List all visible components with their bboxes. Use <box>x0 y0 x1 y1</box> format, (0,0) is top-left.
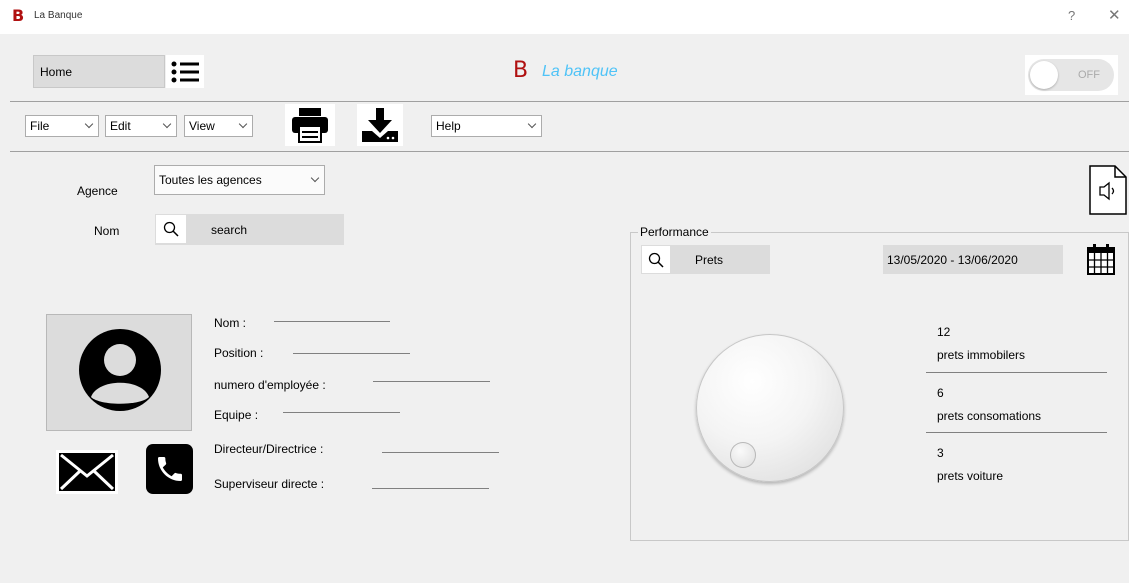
chevron-down-icon <box>238 119 248 129</box>
mail-icon <box>59 453 115 491</box>
agence-select-value: Toutes les agences <box>159 173 262 187</box>
stat-label-immobilier: prets immobilers <box>937 348 1026 362</box>
nom-label: Nom <box>94 224 120 238</box>
print-button[interactable] <box>285 104 335 146</box>
field-team-value <box>283 412 400 413</box>
agence-select[interactable]: Toutes les agences <box>154 165 325 195</box>
loan-type-input[interactable]: Prets <box>695 253 723 267</box>
title-bar: B La Banque ? ✕ <box>0 0 1129 34</box>
search-icon-box[interactable] <box>156 215 186 243</box>
field-team-label: Equipe : <box>214 408 259 422</box>
brand-name: La banque <box>542 63 618 80</box>
performance-dial[interactable] <box>696 334 844 482</box>
performance-title: Performance <box>638 225 711 239</box>
stat-count-consommation: 6 <box>937 386 944 400</box>
chevron-down-icon <box>527 119 537 129</box>
help-menu-label: Help <box>436 119 461 133</box>
field-supervisor-value <box>372 488 489 489</box>
window-title: La Banque <box>34 10 83 21</box>
print-icon <box>292 108 328 143</box>
agence-label: Agence <box>77 184 118 198</box>
download-icon <box>362 108 398 142</box>
file-menu-label: File <box>30 119 50 133</box>
help-menu[interactable]: Help <box>431 115 542 137</box>
chevron-down-icon <box>84 119 94 129</box>
stat-count-voiture: 3 <box>937 446 944 460</box>
stat-label-voiture: prets voiture <box>937 469 1004 483</box>
toggle-label: OFF <box>1078 69 1100 81</box>
power-toggle[interactable]: OFF <box>1028 59 1114 91</box>
nav-field[interactable]: Home <box>33 55 165 88</box>
avatar-frame <box>46 314 192 431</box>
brand-logo-letter: B <box>513 58 529 83</box>
view-menu-label: View <box>189 119 215 133</box>
edit-menu[interactable]: Edit <box>105 115 177 137</box>
menu-list-button[interactable] <box>166 55 204 88</box>
phone-button[interactable] <box>146 444 193 494</box>
field-director-label: Directeur/Directrice : <box>214 442 324 456</box>
help-icon[interactable]: ? <box>1068 8 1075 23</box>
loan-type-search[interactable]: Prets <box>641 245 770 274</box>
audio-file-icon <box>1089 165 1127 215</box>
employee-search-box[interactable]: search <box>155 214 344 245</box>
chevron-down-icon <box>162 119 172 129</box>
list-icon <box>171 61 199 82</box>
avatar-icon <box>79 329 161 411</box>
view-menu[interactable]: View <box>184 115 253 137</box>
audio-file-button[interactable] <box>1088 165 1128 215</box>
field-nom-label: Nom : <box>214 316 247 330</box>
stat-divider <box>926 432 1107 433</box>
edit-menu-label: Edit <box>110 119 131 133</box>
toggle-knob <box>1030 61 1058 89</box>
app-logo-icon: B <box>12 6 25 25</box>
employee-search-input[interactable]: search <box>211 223 247 237</box>
field-employee-number-label: numero d'employée : <box>214 378 326 392</box>
field-employee-number-value <box>373 381 490 382</box>
search-icon-box[interactable] <box>642 246 670 273</box>
field-director-value <box>382 452 499 453</box>
calendar-button[interactable] <box>1086 243 1116 275</box>
file-menu[interactable]: File <box>25 115 99 137</box>
header-divider <box>10 101 1129 102</box>
nav-field-value: Home <box>40 64 73 79</box>
stat-label-consommation: prets consomations <box>937 409 1042 423</box>
field-position-label: Position : <box>214 346 264 360</box>
stat-divider <box>926 372 1107 373</box>
search-icon <box>163 221 179 237</box>
close-icon[interactable]: ✕ <box>1108 6 1121 24</box>
phone-icon <box>158 457 182 481</box>
chevron-down-icon <box>310 173 320 183</box>
mail-button[interactable] <box>56 450 118 494</box>
toolbar-divider <box>10 151 1129 152</box>
search-icon <box>648 252 664 268</box>
stat-count-immobilier: 12 <box>937 325 951 339</box>
download-button[interactable] <box>357 104 403 146</box>
date-range-field[interactable]: 13/05/2020 - 13/06/2020 <box>883 245 1063 274</box>
date-range-value: 13/05/2020 - 13/06/2020 <box>887 252 1018 267</box>
dial-indicator <box>730 442 756 468</box>
calendar-icon <box>1087 244 1115 275</box>
field-position-value <box>293 353 410 354</box>
field-nom-value <box>274 321 390 322</box>
field-supervisor-label: Superviseur directe : <box>214 477 325 491</box>
